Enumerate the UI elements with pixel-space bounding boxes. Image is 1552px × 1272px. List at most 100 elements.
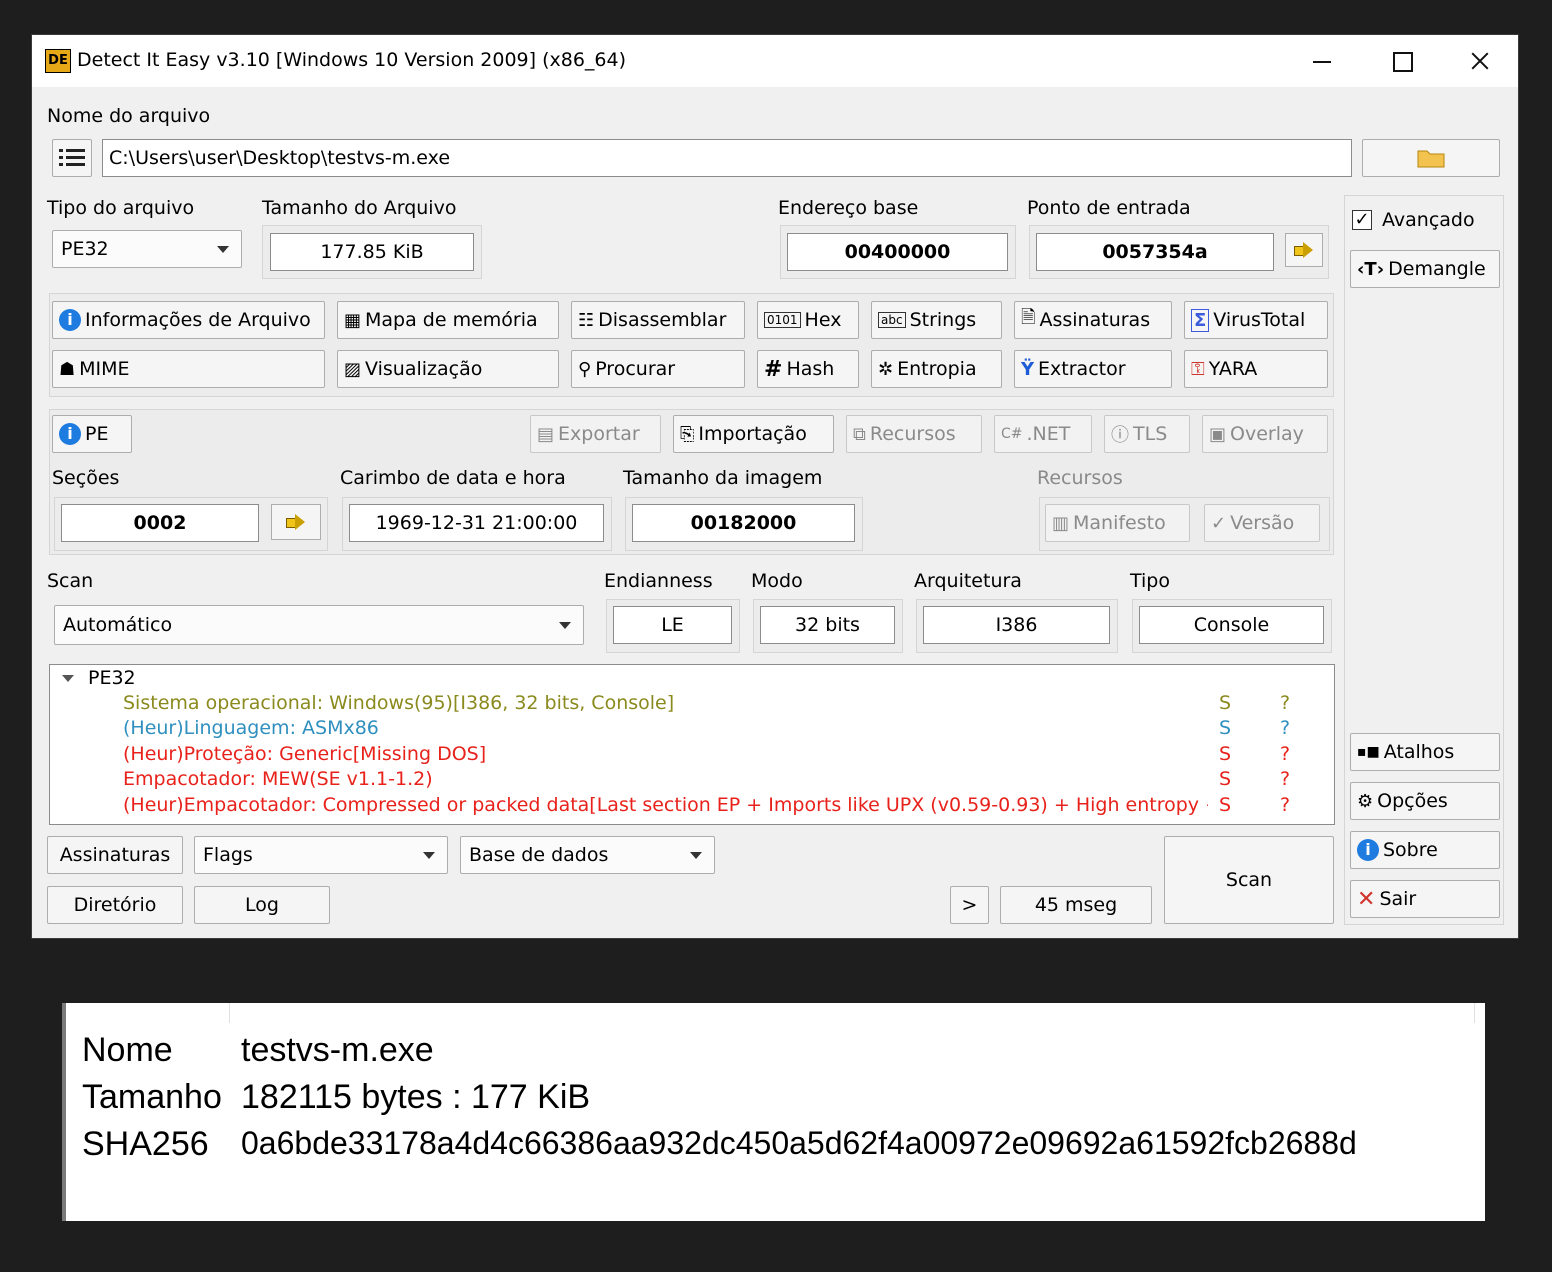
file-info-button[interactable]: i Informações de Arquivo <box>52 301 325 339</box>
scan-mode-select[interactable]: Automático <box>54 605 584 645</box>
close-icon: ✕ <box>1357 886 1376 912</box>
file-size-label: Tamanho do Arquivo <box>262 197 457 219</box>
version-button[interactable]: ✓ Versão <box>1204 504 1320 542</box>
export-button[interactable]: ▤ Exportar <box>530 415 661 453</box>
extractor-button[interactable]: Ÿ Extractor <box>1014 350 1172 388</box>
file-list-button[interactable] <box>52 139 92 177</box>
image-size-field[interactable]: 00182000 <box>632 504 855 542</box>
scan-button[interactable]: Scan <box>1164 836 1334 924</box>
visualization-button[interactable]: ▨ Visualização <box>337 350 559 388</box>
sections-field[interactable]: 0002 <box>61 504 259 542</box>
demangle-button[interactable]: ‹T› Demangle <box>1350 250 1500 288</box>
type-field: Console <box>1139 606 1324 644</box>
timestamp-field[interactable]: 1969-12-31 21:00:00 <box>349 504 604 542</box>
image-icon: ▨ <box>344 358 362 380</box>
manifest-button[interactable]: ▥ Manifesto <box>1045 504 1190 542</box>
chevron-down-icon <box>690 852 702 859</box>
advanced-label: Avançado <box>1382 209 1475 231</box>
signatures-button[interactable]: 🗎 Assinaturas <box>1014 301 1172 339</box>
file-type-select[interactable]: PE32 <box>52 230 242 268</box>
shortcuts-button[interactable]: ▪■ Atalhos <box>1350 733 1500 771</box>
export-label: Exportar <box>558 423 640 445</box>
result-signature-flag[interactable]: S <box>1219 768 1231 790</box>
hash-button[interactable]: # Hash <box>757 350 859 388</box>
result-packer-heur[interactable]: (Heur)Empacotador: Compressed or packed … <box>123 794 1208 816</box>
endianness-field: LE <box>613 606 732 644</box>
import-icon: ⎘ <box>680 423 695 445</box>
strings-button[interactable]: abc Strings <box>871 301 1002 339</box>
hex-button[interactable]: 0101 Hex <box>757 301 859 339</box>
title-bar[interactable]: DE Detect It Easy v3.10 [Windows 10 Vers… <box>32 35 1518 87</box>
database-select[interactable]: Base de dados <box>460 836 715 874</box>
flags-select[interactable]: Flags <box>194 836 448 874</box>
arch-field: I386 <box>923 606 1110 644</box>
results-tree[interactable]: PE32 Sistema operacional: Windows(95)[I3… <box>49 664 1335 825</box>
tls-button[interactable]: ⓘ TLS <box>1104 415 1190 453</box>
yara-icon: ⚿ <box>1191 358 1205 380</box>
mime-button[interactable]: ☗ MIME <box>52 350 325 388</box>
file-path-input[interactable]: C:\Users\user\Desktop\testvs-m.exe <box>102 139 1352 177</box>
gear-icon: ⚙ <box>1357 790 1374 812</box>
entropy-label: Entropia <box>897 358 977 380</box>
search-label: Procurar <box>595 358 676 380</box>
info-name-value: testvs-m.exe <box>241 1031 434 1069</box>
result-info-flag[interactable]: ? <box>1280 717 1290 739</box>
more-button[interactable]: > <box>950 886 989 924</box>
import-button[interactable]: ⎘ Importação <box>673 415 834 453</box>
options-button[interactable]: ⚙ Opções <box>1350 782 1500 820</box>
result-signature-flag[interactable]: S <box>1219 743 1231 765</box>
result-signature-flag[interactable]: S <box>1219 717 1231 739</box>
entry-point-go-button[interactable] <box>1285 233 1323 267</box>
memory-map-button[interactable]: ▦ Mapa de memória <box>337 301 559 339</box>
advanced-checkbox[interactable]: ✓ <box>1352 210 1372 230</box>
result-signature-flag[interactable]: S <box>1219 794 1231 816</box>
virustotal-button[interactable]: Σ VirusTotal <box>1184 301 1328 339</box>
open-file-button[interactable] <box>1362 139 1500 177</box>
yara-button[interactable]: ⚿ YARA <box>1184 350 1328 388</box>
column-divider <box>229 1003 230 1023</box>
tree-root[interactable]: PE32 <box>62 667 136 689</box>
result-signature-flag[interactable]: S <box>1219 692 1231 714</box>
result-info-flag[interactable]: ? <box>1280 794 1290 816</box>
list-icon <box>59 149 85 166</box>
disassemble-label: Disassemblar <box>598 309 727 331</box>
search-button[interactable]: ⚲ Procurar <box>571 350 745 388</box>
minimize-button[interactable] <box>1298 43 1344 79</box>
main-window: DE Detect It Easy v3.10 [Windows 10 Vers… <box>31 34 1519 939</box>
result-packer[interactable]: Empacotador: MEW(SE v1.1-1.2) <box>123 768 433 790</box>
yara-label: YARA <box>1208 358 1258 380</box>
directory-button[interactable]: Diretório <box>47 886 183 924</box>
disassemble-button[interactable]: ☷ Disassemblar <box>571 301 745 339</box>
result-protection[interactable]: (Heur)Proteção: Generic[Missing DOS] <box>123 743 486 765</box>
visualization-label: Visualização <box>365 358 483 380</box>
result-os[interactable]: Sistema operacional: Windows(95)[I386, 3… <box>123 692 674 714</box>
chevron-down-icon <box>559 622 571 629</box>
collapse-arrow-icon[interactable] <box>62 675 74 682</box>
result-info-flag[interactable]: ? <box>1280 768 1290 790</box>
result-language[interactable]: (Heur)Linguagem: ASMx86 <box>123 717 379 739</box>
exit-button[interactable]: ✕ Sair <box>1350 880 1500 918</box>
dotnet-button[interactable]: C# .NET <box>994 415 1092 453</box>
log-button[interactable]: Log <box>194 886 330 924</box>
sections-go-button[interactable] <box>271 504 321 540</box>
result-info-flag[interactable]: ? <box>1280 743 1290 765</box>
info-circle-icon: ⓘ <box>1111 425 1129 446</box>
info-icon: i <box>59 309 81 331</box>
extractor-label: Extractor <box>1038 358 1126 380</box>
manifest-icon: ▥ <box>1052 512 1070 534</box>
entropy-icon: ✲ <box>878 358 894 380</box>
maximize-button[interactable] <box>1378 43 1424 79</box>
entry-point-field[interactable]: 0057354a <box>1036 233 1274 271</box>
overlay-button[interactable]: ▣ Overlay <box>1202 415 1328 453</box>
folder-icon <box>1417 150 1445 168</box>
close-button[interactable] <box>1456 43 1502 79</box>
result-info-flag[interactable]: ? <box>1280 692 1290 714</box>
pe-button[interactable]: i PE <box>52 415 132 453</box>
scan-mode-value: Automático <box>63 614 173 636</box>
base-address-field[interactable]: 00400000 <box>787 233 1008 271</box>
entropy-button[interactable]: ✲ Entropia <box>871 350 1002 388</box>
resources-button[interactable]: ⧉ Recursos <box>846 415 982 453</box>
signatures-bottom-button[interactable]: Assinaturas <box>47 836 183 874</box>
about-button[interactable]: i Sobre <box>1350 831 1500 869</box>
manifest-label: Manifesto <box>1073 512 1166 534</box>
